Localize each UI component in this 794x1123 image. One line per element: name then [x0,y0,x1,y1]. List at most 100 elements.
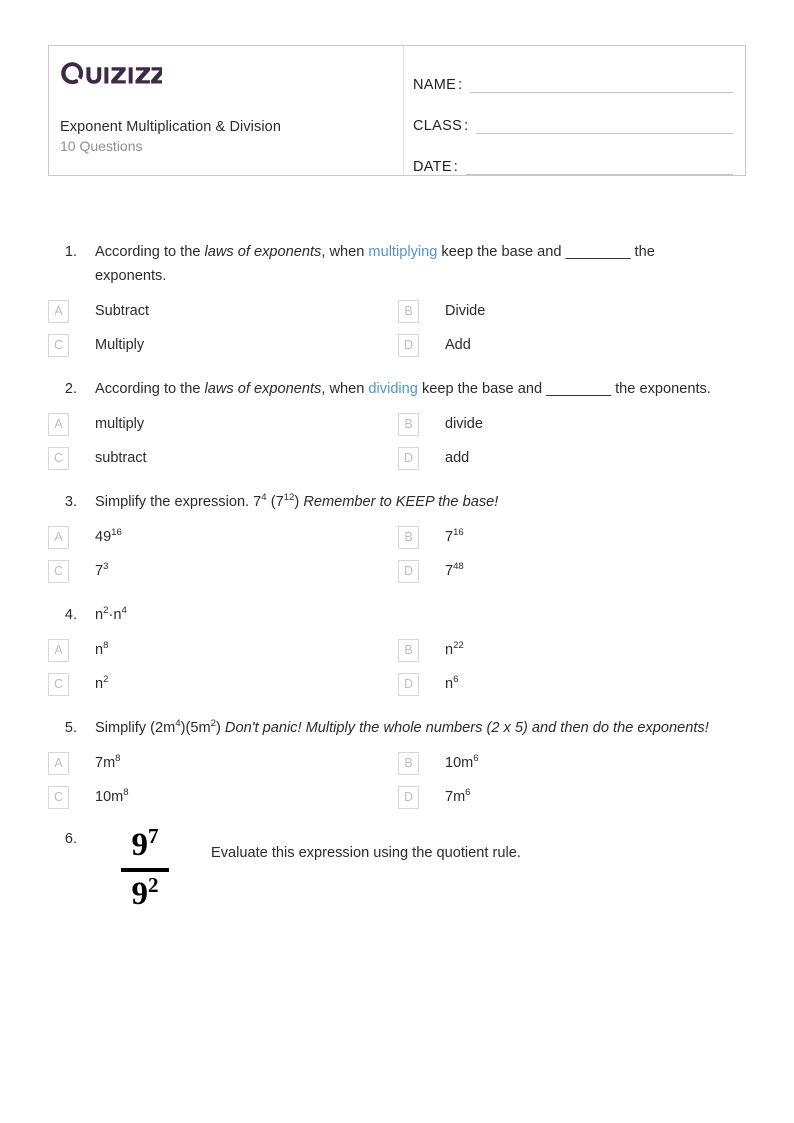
option-a[interactable]: A 4916 [48,526,398,549]
option-text-c: 10m8 [95,786,129,808]
option-b[interactable]: B Divide [398,300,746,323]
option-b-exponent: 6 [473,753,479,765]
option-letter-c: C [48,786,69,809]
option-c[interactable]: C n2 [48,673,398,696]
question-1-options: A Subtract B Divide C Multiply D Add [48,300,746,357]
question-5: 5. Simplify (2m4)(5m2) Don't panic! Mult… [48,716,746,809]
question-6-prompt: Evaluate this expression using the quoti… [211,845,521,861]
date-field-input[interactable] [466,174,733,175]
option-c[interactable]: C Multiply [48,334,398,357]
q5-note: Don't panic! Multiply the whole numbers … [224,720,709,736]
name-field-label: NAME: [413,77,463,93]
question-4-text: n2·n4 [95,603,127,627]
option-a[interactable]: A n8 [48,639,398,662]
question-2-options: A multiply B divide C subtract D add [48,413,746,470]
q2-part-2: , when [321,381,369,397]
question-5-options: A 7m8 B 10m6 C 10m8 D 7m6 [48,752,746,809]
option-letter-d: D [398,673,419,696]
question-6-number: 6. [64,831,77,847]
option-d-exponent: 6 [453,674,459,686]
option-b[interactable]: B n22 [398,639,746,662]
option-c-base: 10m [95,789,124,805]
option-a-base: 7m [95,755,116,771]
q2-highlight: dividing [368,381,418,397]
option-d-exponent: 48 [453,561,464,573]
q5-lead: Simplify (2m [95,720,176,736]
fraction-denominator: 92 [113,875,177,913]
option-a[interactable]: A 7m8 [48,752,398,775]
option-text-b: Divide [445,303,486,319]
name-field-row: NAME: [413,63,733,96]
option-letter-c: C [48,560,69,583]
option-c-base: 7 [95,563,104,579]
option-d-base: 7m [445,789,466,805]
class-field-label: CLASS: [413,118,469,134]
option-a-exponent: 8 [103,640,109,652]
questions-list: 1. According to the laws of exponents, w… [48,240,746,913]
numerator-base: 9 [131,827,148,863]
q3-base2: 7 [275,494,284,510]
option-letter-d: D [398,334,419,357]
option-d[interactable]: D 7m6 [398,786,746,809]
option-d[interactable]: D add [398,447,746,470]
option-b-exponent: 22 [453,640,464,652]
option-d[interactable]: D 748 [398,560,746,583]
name-field-input[interactable] [470,92,733,93]
option-a[interactable]: A Subtract [48,300,398,323]
quizizz-logo-icon [61,62,162,85]
class-field-row: CLASS: [413,104,733,137]
option-text-a: n8 [95,639,108,661]
q5-mid: )(5m [180,720,211,736]
numerator-exponent: 7 [147,824,159,848]
option-c[interactable]: C 10m8 [48,786,398,809]
worksheet-header-card: Exponent Multiplication & Division 10 Qu… [48,45,746,176]
option-text-a: Subtract [95,303,149,319]
option-text-c: 73 [95,560,108,582]
option-text-b: 716 [445,526,464,548]
question-1-text: According to the laws of exponents, when… [95,240,720,288]
q2-part-4: keep the base and ________ the exponents… [417,381,711,397]
option-c-exponent: 2 [103,674,109,686]
question-count-label: 10 Questions [60,138,143,154]
q3-lead: Simplify the expression. [95,494,254,510]
option-text-a: 4916 [95,526,122,548]
class-field-input[interactable] [476,133,733,134]
fraction-numerator: 97 [113,824,177,865]
header-left-panel: Exponent Multiplication & Division 10 Qu… [49,46,404,175]
option-a-exponent: 16 [111,527,122,539]
option-letter-a: A [48,639,69,662]
option-c-exponent: 8 [123,787,129,799]
option-c[interactable]: C 73 [48,560,398,583]
q4-exp2: 4 [121,605,127,617]
option-text-a: 7m8 [95,752,120,774]
worksheet-title: Exponent Multiplication & Division [60,119,282,135]
question-3: 3. Simplify the expression. 74 (712) Rem… [48,490,746,583]
option-b[interactable]: B 716 [398,526,746,549]
question-4-options: A n8 B n22 C n2 D n6 [48,639,746,696]
question-1-number: 1. [64,244,77,260]
option-d-base: 7 [445,563,454,579]
option-text-d: Add [445,337,471,353]
q1-part-2: , when [321,244,369,260]
q1-highlight: multiplying [368,244,438,260]
option-d[interactable]: D Add [398,334,746,357]
option-a-base: 49 [95,529,112,545]
option-letter-b: B [398,300,419,323]
option-c[interactable]: C subtract [48,447,398,470]
denominator-base: 9 [131,876,148,913]
option-d[interactable]: D n6 [398,673,746,696]
option-text-d: 748 [445,560,464,582]
date-field-row: DATE: [413,145,733,178]
option-letter-c: C [48,334,69,357]
option-letter-b: B [398,413,419,436]
q1-part-0: According to the [95,244,205,260]
worksheet-page: Exponent Multiplication & Division 10 Qu… [0,0,794,1123]
option-b[interactable]: B 10m6 [398,752,746,775]
option-a[interactable]: A multiply [48,413,398,436]
option-b[interactable]: B divide [398,413,746,436]
option-text-c: subtract [95,450,147,466]
option-letter-c: C [48,673,69,696]
quizizz-logo [60,60,403,86]
